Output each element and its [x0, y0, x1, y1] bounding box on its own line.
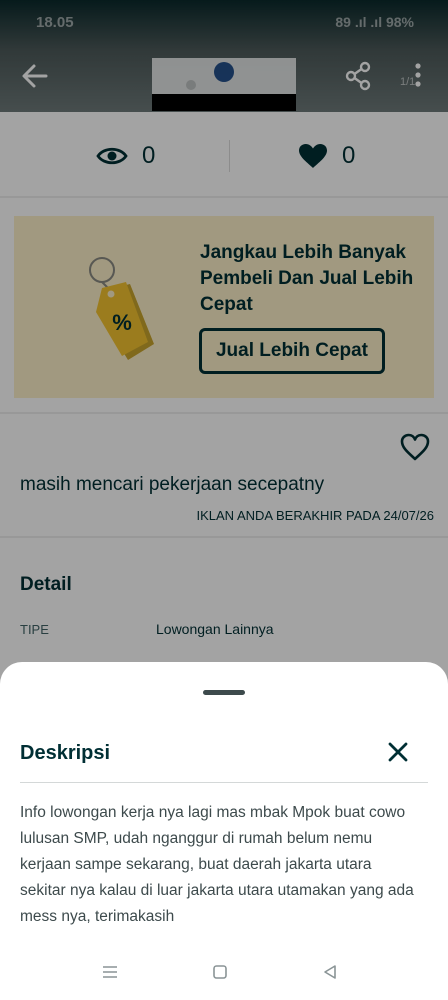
nav-home-button[interactable]	[210, 962, 230, 982]
close-button[interactable]	[384, 738, 412, 766]
sheet-title: Deskripsi	[20, 742, 111, 764]
nav-menu-button[interactable]	[100, 962, 120, 982]
description-text: Info lowongan kerja nya lagi mas mbak Mp…	[20, 804, 414, 925]
sheet-divider	[20, 782, 428, 783]
close-icon	[388, 742, 408, 762]
sheet-drag-handle[interactable]	[203, 690, 245, 695]
nav-back-button[interactable]	[320, 962, 340, 982]
home-square-icon	[213, 965, 227, 979]
triangle-back-icon	[324, 965, 336, 979]
menu-icon	[103, 966, 117, 978]
system-nav-bar	[0, 948, 448, 1000]
